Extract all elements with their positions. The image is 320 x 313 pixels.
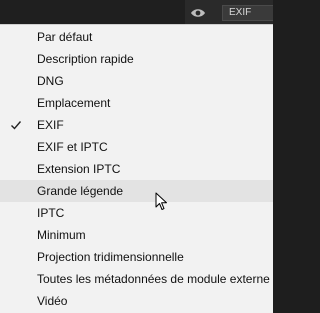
menu-item-label: Par défaut <box>37 30 93 44</box>
menu-item-par-defaut[interactable]: Par défaut <box>0 26 273 48</box>
menu-item-dng[interactable]: DNG <box>0 70 273 92</box>
menu-item-projection-tridimensionnelle[interactable]: Projection tridimensionnelle <box>0 246 273 268</box>
menu-item-label: Emplacement <box>37 96 111 110</box>
menu-item-label: Toutes les métadonnées de module externe <box>37 272 270 286</box>
menu-item-label: Grande légende <box>37 184 124 198</box>
menu-item-label: Description rapide <box>37 52 134 66</box>
menu-item-video[interactable]: Vidéo <box>0 290 273 312</box>
menu-item-description-rapide[interactable]: Description rapide <box>0 48 273 70</box>
menu-item-exif-et-iptc[interactable]: EXIF et IPTC <box>0 136 273 158</box>
menu-item-label: Projection tridimensionnelle <box>37 250 184 264</box>
menu-item-label: DNG <box>37 74 64 88</box>
menu-item-emplacement[interactable]: Emplacement <box>0 92 273 114</box>
menu-item-label: EXIF et IPTC <box>37 140 108 154</box>
checkmark-icon <box>10 118 22 130</box>
menu-item-toutes-les-metadonnees[interactable]: Toutes les métadonnées de module externe <box>0 268 273 290</box>
menu-item-label: IPTC <box>37 206 65 220</box>
eye-icon[interactable] <box>190 6 206 20</box>
menu-item-exif[interactable]: EXIF <box>0 114 273 136</box>
menu-item-grande-legende[interactable]: Grande légende <box>0 180 273 202</box>
metadata-preset-dropdown[interactable]: EXIF <box>222 5 273 21</box>
menu-item-iptc[interactable]: IPTC <box>0 202 273 224</box>
menu-item-label: EXIF <box>37 118 64 132</box>
menu-item-label: Extension IPTC <box>37 162 121 176</box>
menu-item-label: Minimum <box>37 228 86 242</box>
metadata-preset-menu: Par défaut Description rapide DNG Emplac… <box>0 24 273 313</box>
menu-item-label: Vidéo <box>37 294 68 308</box>
menu-item-minimum[interactable]: Minimum <box>0 224 273 246</box>
mouse-pointer-icon <box>155 192 168 212</box>
menu-item-extension-iptc[interactable]: Extension IPTC <box>0 158 273 180</box>
